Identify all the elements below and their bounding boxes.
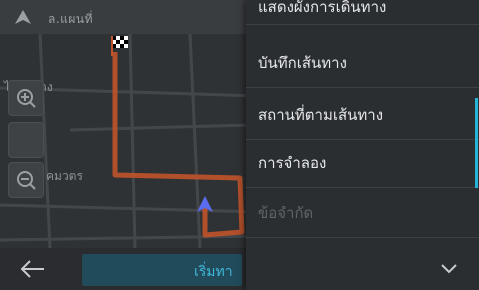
menu-item-restrictions[interactable]: ข้อจำกัด — [246, 186, 479, 238]
start-navigation-label: เริ่มทา — [194, 264, 233, 280]
back-arrow-icon[interactable] — [18, 259, 48, 279]
navigation-arrow-icon — [15, 10, 31, 24]
start-navigation-button[interactable]: เริ่มทา — [82, 254, 242, 286]
menu-item-label: ข้อจำกัด — [258, 204, 314, 222]
zoom-in-icon — [17, 89, 36, 108]
menu-scrollbar[interactable] — [475, 98, 478, 188]
menu-item-label: สถานที่ตามเส้นทาง — [258, 106, 384, 124]
zoom-out-icon — [17, 171, 36, 190]
menu-item-label: การจำลอง — [258, 154, 327, 172]
route-options-menu: แสดงผังการเดินทาง บันทึกเส้นทาง สถานที่ต… — [246, 0, 479, 290]
menu-item-simulate[interactable]: การจำลอง — [246, 136, 479, 188]
menu-item-save-route[interactable]: บันทึกเส้นทาง — [246, 36, 479, 88]
menu-item-label: แสดงผังการเดินทาง — [258, 0, 387, 16]
top-bar-title: ล.แผนที่ — [48, 12, 94, 26]
menu-item-places-along-route[interactable]: สถานที่ตามเส้นทาง — [246, 88, 479, 140]
chevron-down-icon[interactable] — [440, 262, 458, 274]
map-mode-button[interactable] — [8, 122, 44, 158]
menu-item-label: บันทึกเส้นทาง — [258, 54, 347, 72]
menu-item-itinerary[interactable]: แสดงผังการเดินทาง — [246, 0, 479, 25]
map-street-label: คมวตร — [46, 169, 83, 183]
zoom-in-button[interactable] — [8, 80, 44, 116]
zoom-out-button[interactable] — [8, 162, 44, 198]
